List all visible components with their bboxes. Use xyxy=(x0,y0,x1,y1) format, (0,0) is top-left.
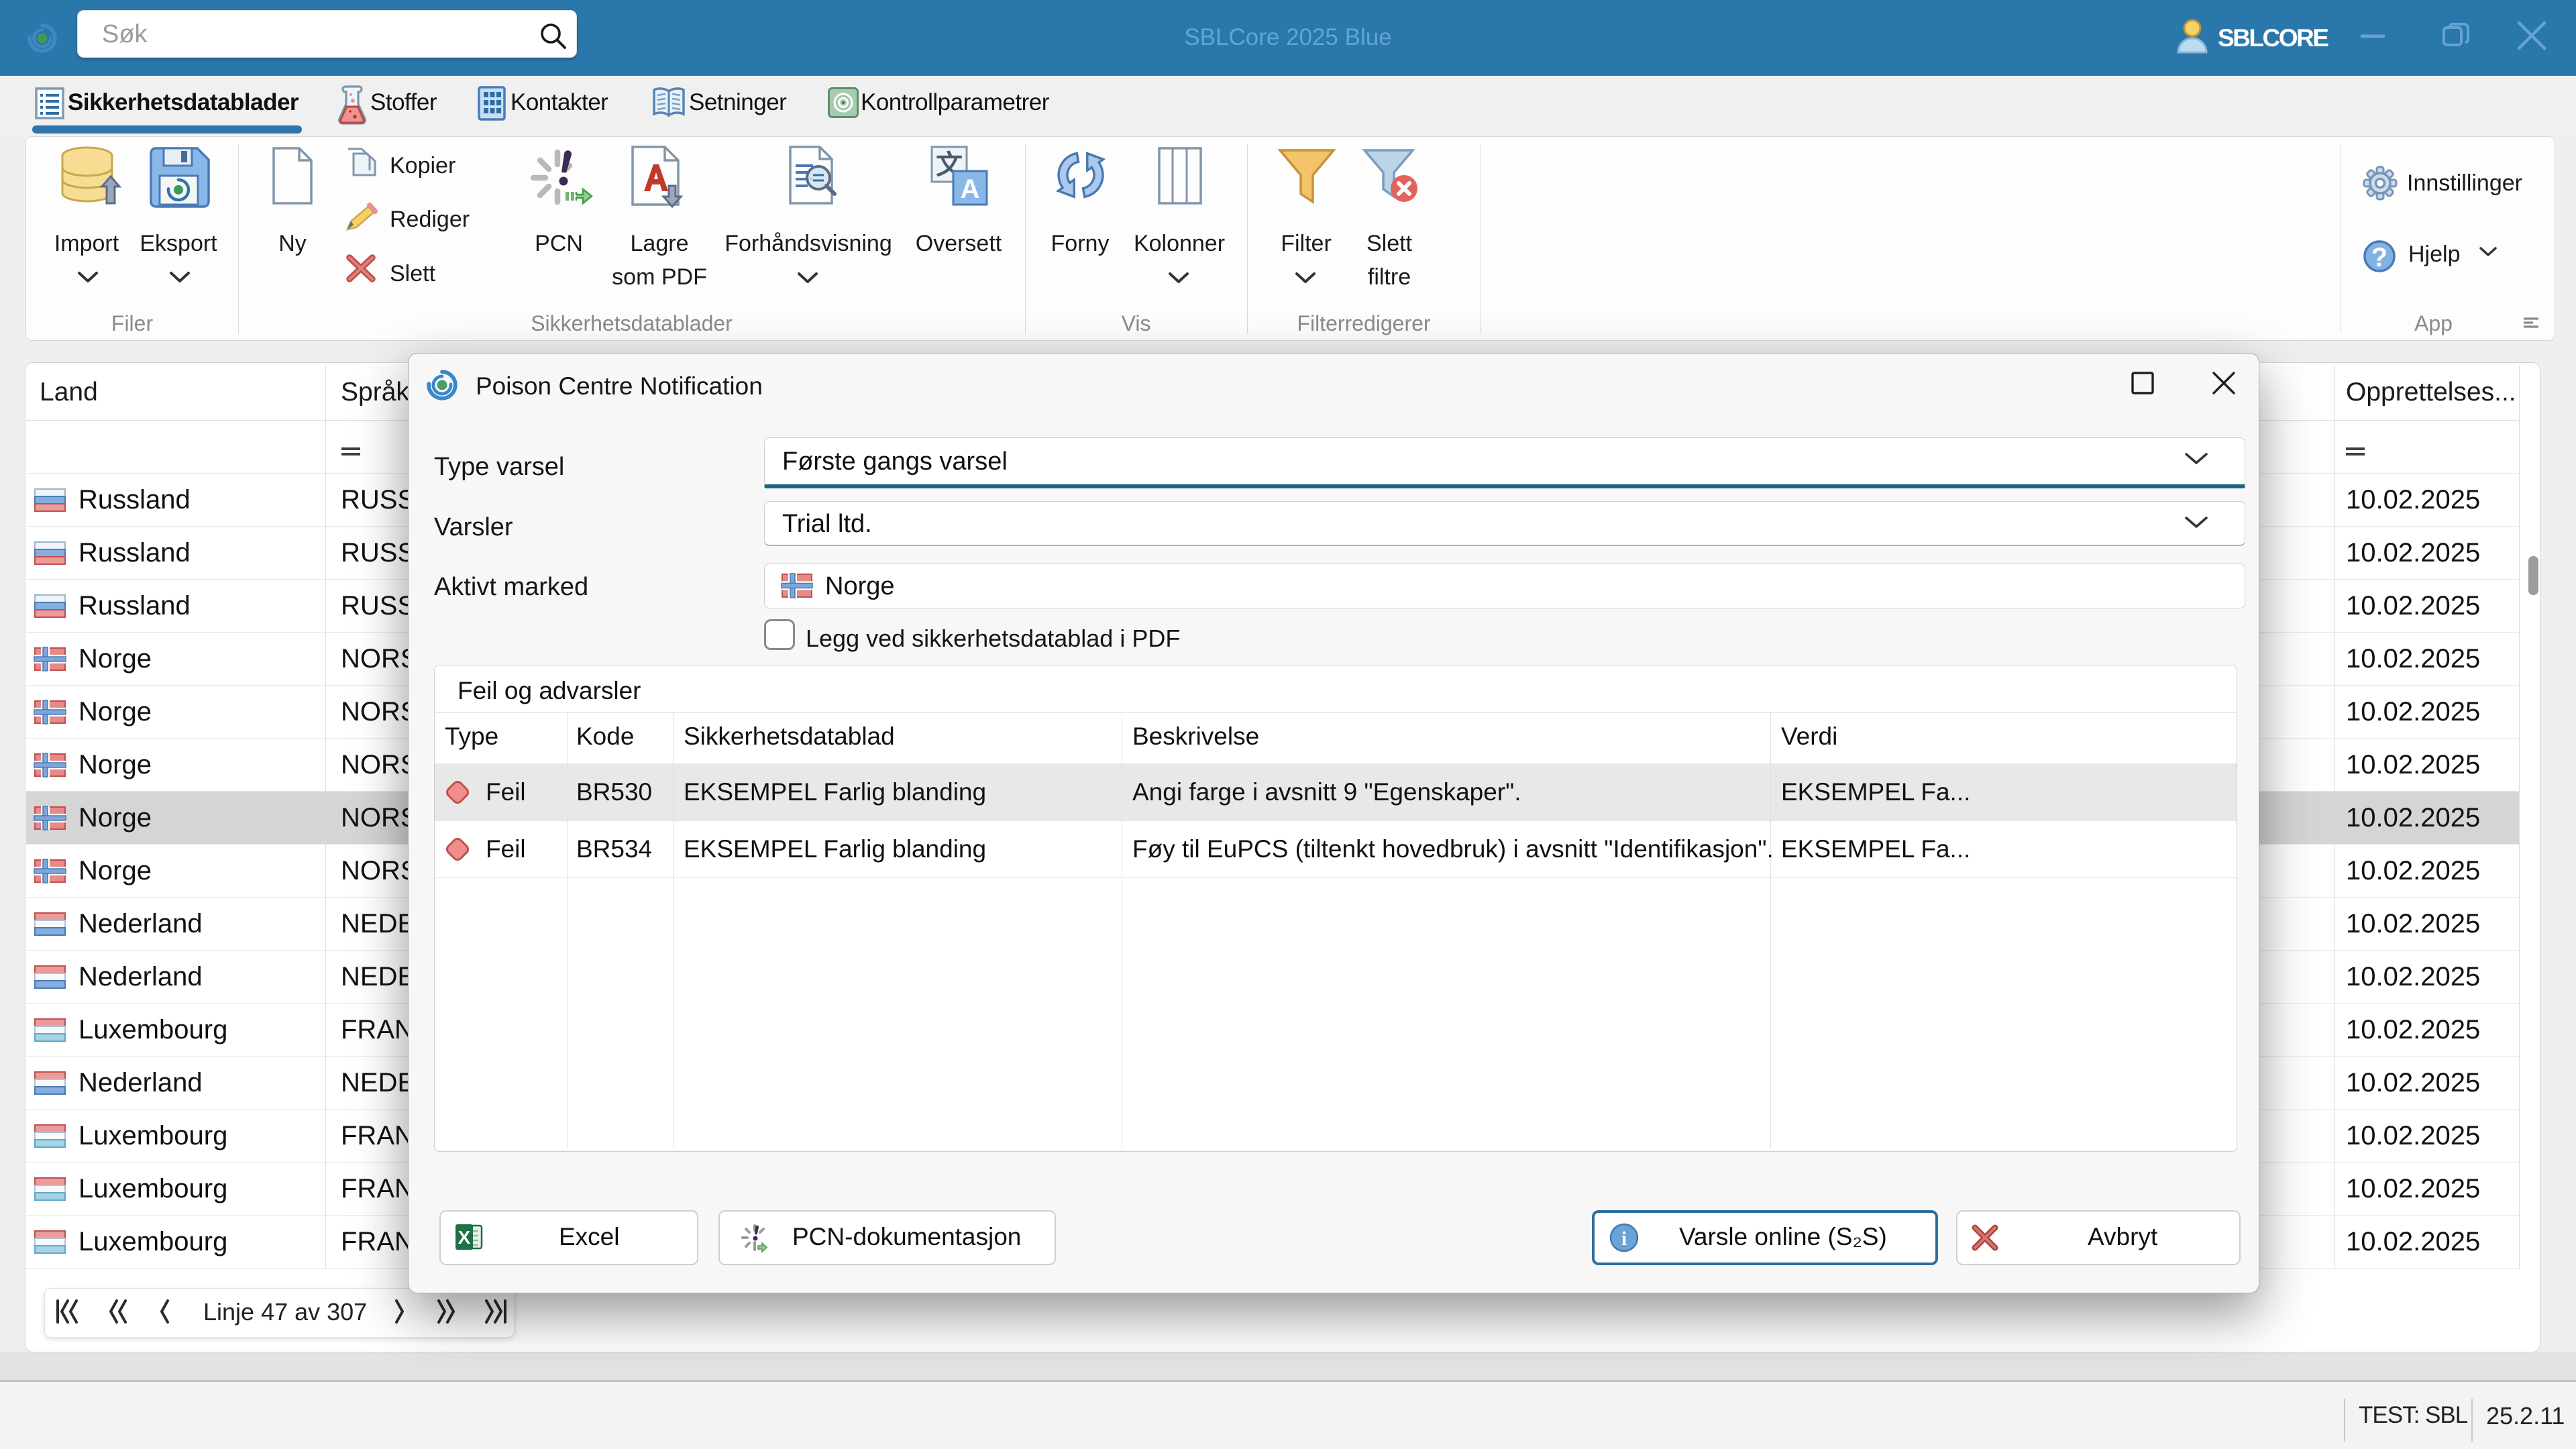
svg-text:i: i xyxy=(1621,1228,1627,1250)
svg-text:?: ? xyxy=(2371,243,2387,272)
svg-text:A: A xyxy=(961,174,980,204)
svg-text:X: X xyxy=(458,1227,471,1248)
